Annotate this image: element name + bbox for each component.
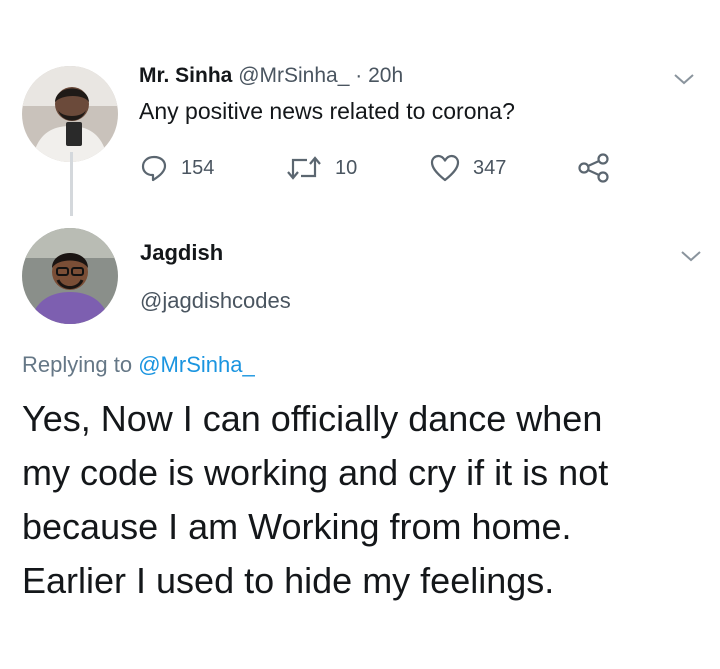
avatar-photo-icon: [22, 66, 118, 162]
reply-author-handle[interactable]: @jagdishcodes: [140, 288, 291, 314]
share-button[interactable]: [577, 150, 611, 186]
retweet-button[interactable]: 10: [285, 150, 357, 186]
like-button[interactable]: 347: [429, 150, 506, 186]
reply-count: 154: [181, 156, 215, 179]
time-separator: ·: [355, 64, 363, 87]
reply-text-line: Yes, Now I can officially dance when: [22, 398, 603, 439]
reply-tweet-text: Yes, Now I can officially dance when my …: [22, 392, 712, 608]
chevron-down-icon: [674, 74, 694, 85]
jagdish-avatar[interactable]: [22, 228, 118, 324]
like-count: 347: [473, 156, 507, 179]
replying-prefix: Replying to: [22, 352, 133, 377]
replying-to-mention[interactable]: @MrSinha_: [138, 352, 255, 377]
heart-icon: [430, 154, 460, 182]
chevron-down-icon: [681, 251, 701, 262]
original-author-handle[interactable]: @MrSinha_: [238, 64, 349, 87]
tweet-action-bar: 154 10 347: [139, 150, 619, 186]
share-icon: [578, 153, 609, 183]
original-author-name[interactable]: Mr. Sinha: [139, 64, 232, 87]
reply-text-line: my code is working and cry if it is not: [22, 452, 609, 493]
mr-sinha-avatar[interactable]: [22, 66, 118, 162]
original-tweet-text: Any positive news related to corona?: [139, 98, 515, 124]
reply-author-name[interactable]: Jagdish: [140, 240, 223, 266]
reply-icon: [141, 155, 167, 182]
original-tweet-menu[interactable]: [673, 72, 695, 91]
reply-text-line: because I am Working from home.: [22, 506, 572, 547]
avatar-photo-icon: [22, 228, 118, 324]
reply-button[interactable]: 154: [139, 150, 214, 186]
reply-text-line: Earlier I used to hide my feelings.: [22, 560, 555, 601]
original-tweet-header: Mr. Sinha @MrSinha_ · 20h: [139, 64, 403, 88]
retweet-icon: [287, 156, 321, 180]
replying-to-label: Replying to @MrSinha_: [22, 352, 255, 378]
tweet-timestamp[interactable]: 20h: [368, 64, 403, 87]
retweet-count: 10: [335, 156, 358, 179]
reply-tweet-menu[interactable]: [680, 249, 702, 268]
thread-connector-line: [70, 152, 73, 216]
